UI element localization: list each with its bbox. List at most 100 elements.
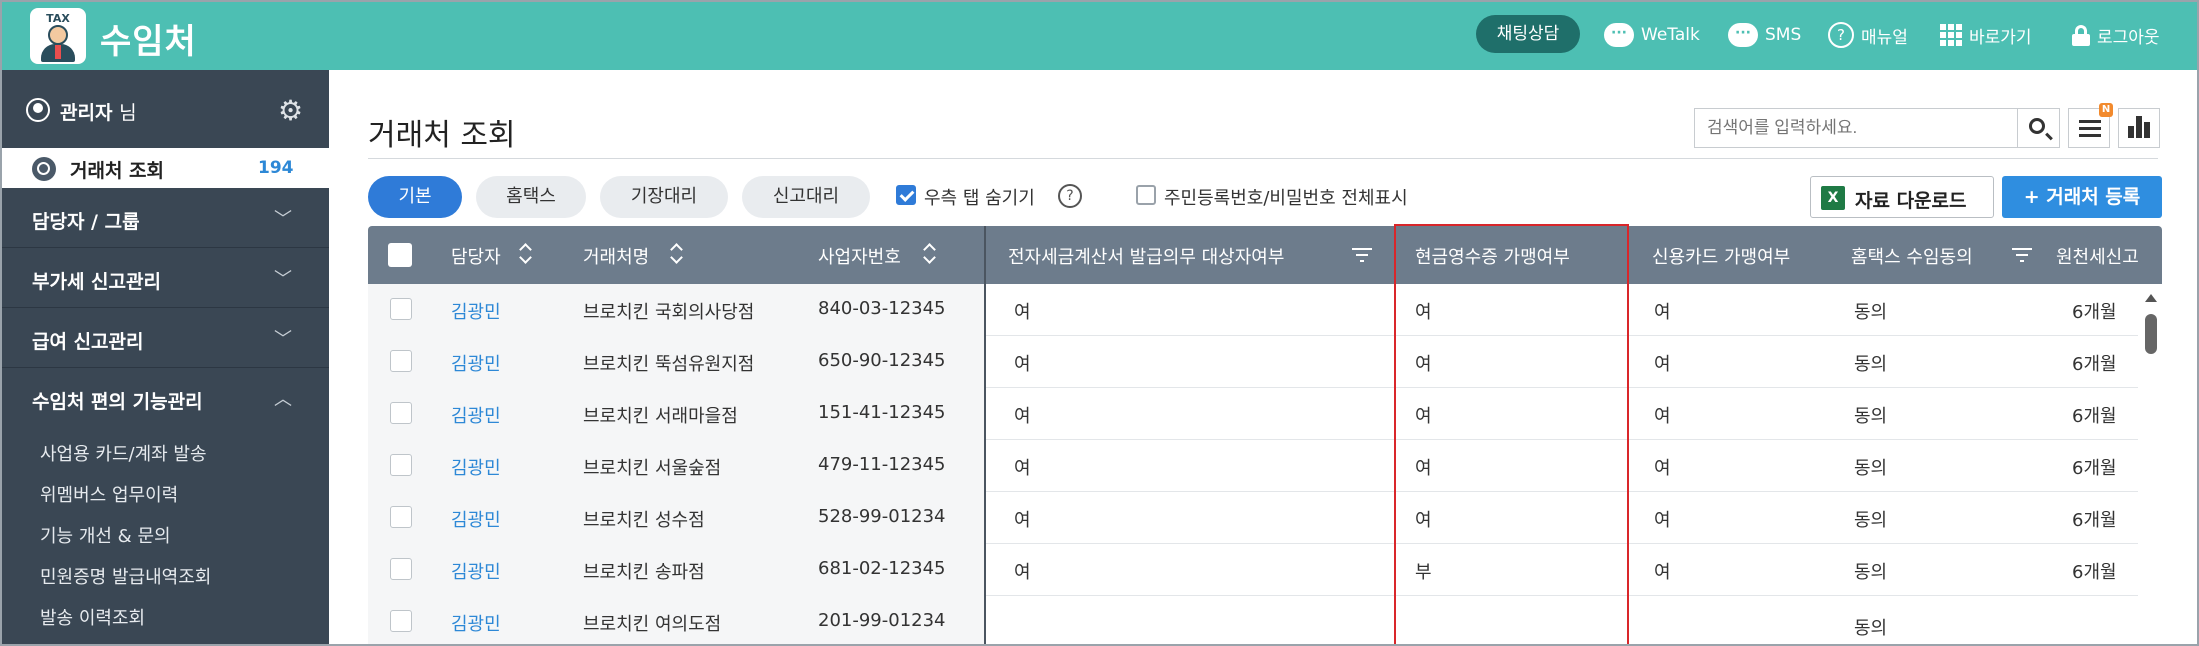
sidebar-subitem-feedback[interactable]: 기능 개선 & 문의 — [40, 522, 171, 548]
row-checkbox[interactable] — [390, 506, 412, 528]
etax-value: 여 — [1014, 354, 1031, 375]
chevron-down-icon: ﹀ — [274, 209, 292, 230]
tab-bookkeeping[interactable]: 기장대리 — [600, 176, 728, 218]
sidebar-section-convenience[interactable]: 수임처 편의 기능관리 ︿ — [2, 368, 329, 428]
sidebar-item-client-search[interactable]: 거래처 조회 194 — [2, 148, 329, 188]
withholding-value: 6개월 — [2072, 406, 2117, 427]
frozen-column-divider — [984, 226, 986, 644]
wetalk-link[interactable]: ··· WeTalk — [1604, 18, 1700, 52]
sms-link[interactable]: ··· SMS — [1728, 18, 1801, 52]
sidebar-subitem-card-account[interactable]: 사업용 카드/계좌 발송 — [40, 440, 207, 466]
col-manager[interactable]: 담당자 — [451, 243, 501, 269]
consent-value: 동의 — [1854, 510, 1888, 531]
app-window: TAX 수임처 채팅상담 ··· WeTalk ··· SMS ? 매뉴얼 바로… — [0, 0, 2199, 646]
user-panel: 관리자 님 ⚙ — [2, 70, 329, 148]
manager-link[interactable]: 김광민 — [451, 558, 501, 584]
col-etax[interactable]: 전자세금계산서 발급의무 대상자여부 — [1008, 243, 1284, 269]
col-withholding[interactable]: 원천세신고 — [2056, 243, 2139, 269]
col-hometax-consent[interactable]: 홈택스 수임동의 — [1851, 243, 1973, 269]
manual-link[interactable]: ? 매뉴얼 — [1828, 18, 1908, 52]
gear-icon[interactable]: ⚙ — [278, 94, 303, 127]
scroll-thumb[interactable] — [2145, 314, 2157, 354]
download-label: 자료 다운로드 — [1855, 190, 1967, 212]
manager-link[interactable]: 김광민 — [451, 506, 501, 532]
row-checkbox[interactable] — [390, 454, 412, 476]
hide-tab-label: 우측 탭 숨기기 — [924, 188, 1035, 209]
manual-label: 매뉴얼 — [1861, 27, 1908, 48]
tab-filing[interactable]: 신고대리 — [742, 176, 870, 218]
manager-link[interactable]: 김광민 — [451, 350, 501, 376]
biz-no: 650-90-12345 — [818, 350, 946, 371]
scroll-up-icon[interactable] — [2145, 294, 2157, 302]
table-row[interactable]: 김광민 브로치킨 뚝섬유원지점 650-90-12345 여 여 여 동의 6개… — [368, 336, 2138, 388]
client-name[interactable]: 브로치킨 서울숲점 — [583, 454, 721, 480]
select-all-checkbox[interactable] — [388, 243, 412, 267]
download-button[interactable]: X 자료 다운로드 — [1810, 176, 1994, 218]
col-client-name[interactable]: 거래처명 — [583, 243, 649, 269]
vertical-scrollbar[interactable] — [2140, 284, 2162, 644]
hide-tab-checkbox[interactable] — [896, 185, 916, 205]
table-row[interactable]: 김광민 브로치킨 성수점 528-99-01234 여 여 여 동의 6개월 — [368, 492, 2138, 544]
col-credit-card[interactable]: 신용카드 가맹여부 — [1652, 243, 1790, 269]
register-client-button[interactable]: + 거래처 등록 — [2002, 176, 2162, 218]
chart-view-button[interactable] — [2118, 108, 2160, 148]
sidebar-section-vat[interactable]: 부가세 신고관리 ﹀ — [2, 248, 329, 308]
chevron-up-icon: ︿ — [274, 389, 292, 410]
sidebar-subitem-send-history[interactable]: 발송 이력조회 — [40, 604, 145, 630]
sort-icon[interactable] — [924, 244, 936, 264]
row-checkbox[interactable] — [390, 610, 412, 632]
client-name[interactable]: 브로치킨 국회의사당점 — [583, 298, 754, 324]
row-checkbox[interactable] — [390, 558, 412, 580]
client-name[interactable]: 브로치킨 여의도점 — [583, 610, 721, 636]
sidebar-subitem-wemembers-history[interactable]: 위멤버스 업무이력 — [40, 481, 178, 507]
table-row[interactable]: 김광민 브로치킨 서래마을점 151-41-12345 여 여 여 동의 6개월 — [368, 388, 2138, 440]
client-name[interactable]: 브로치킨 성수점 — [583, 506, 705, 532]
logout-link[interactable]: 로그아웃 — [2072, 18, 2160, 52]
consent-value: 동의 — [1854, 562, 1888, 583]
biz-no: 681-02-12345 — [818, 558, 946, 579]
manager-link[interactable]: 김광민 — [451, 610, 501, 636]
help-icon[interactable]: ? — [1058, 184, 1082, 208]
shortcut-link[interactable]: 바로가기 — [1940, 18, 2032, 52]
sidebar-section-payroll[interactable]: 급여 신고관리 ﹀ — [2, 308, 329, 368]
table-row[interactable]: 김광민 브로치킨 여의도점 201-99-01234 동의 — [368, 596, 2138, 644]
show-all-checkbox[interactable] — [1136, 185, 1156, 205]
tab-basic[interactable]: 기본 — [368, 176, 462, 218]
table-row[interactable]: 김광민 브로치킨 국회의사당점 840-03-12345 여 여 여 동의 6개… — [368, 284, 2138, 336]
logo-icon[interactable]: TAX — [30, 8, 86, 64]
row-checkbox[interactable] — [390, 298, 412, 320]
user-icon — [26, 98, 50, 122]
lock-icon — [2072, 25, 2090, 46]
user-name: 관리자 님 — [60, 102, 137, 124]
consent-value: 동의 — [1854, 458, 1888, 479]
credit-card-value: 여 — [1654, 562, 1671, 583]
sort-icon[interactable] — [520, 244, 532, 264]
client-name[interactable]: 브로치킨 서래마을점 — [583, 402, 738, 428]
credit-card-value: 여 — [1654, 406, 1671, 427]
client-name[interactable]: 브로치킨 송파점 — [583, 558, 705, 584]
filter-icon[interactable] — [2012, 248, 2032, 262]
client-name[interactable]: 브로치킨 뚝섬유원지점 — [583, 350, 754, 376]
filter-icon[interactable] — [1352, 248, 1372, 262]
manager-link[interactable]: 김광민 — [451, 402, 501, 428]
help-icon: ? — [1828, 22, 1854, 48]
search-input[interactable] — [1694, 108, 2018, 148]
col-biz-no[interactable]: 사업자번호 — [818, 243, 901, 269]
table-row[interactable]: 김광민 브로치킨 서울숲점 479-11-12345 여 여 여 동의 6개월 — [368, 440, 2138, 492]
sort-icon[interactable] — [671, 244, 683, 264]
row-checkbox[interactable] — [390, 402, 412, 424]
search-icon — [32, 157, 56, 181]
table-row[interactable]: 김광민 브로치킨 송파점 681-02-12345 여 부 여 동의 6개월 — [368, 544, 2138, 596]
sidebar-section-manager-group[interactable]: 담당자 / 그룹 ﹀ — [2, 188, 329, 248]
row-checkbox[interactable] — [390, 350, 412, 372]
sidebar-subitem-certificate-history[interactable]: 민원증명 발급내역조회 — [40, 563, 211, 589]
etax-value: 여 — [1014, 510, 1031, 531]
manager-link[interactable]: 김광민 — [451, 454, 501, 480]
sidebar-item-label: 거래처 조회 — [70, 160, 165, 182]
search-button[interactable] — [2018, 108, 2060, 148]
chat-consult-button[interactable]: 채팅상담 — [1476, 15, 1580, 53]
manager-link[interactable]: 김광민 — [451, 298, 501, 324]
search-icon — [2029, 118, 2045, 134]
withholding-value: 6개월 — [2072, 458, 2117, 479]
tab-hometax[interactable]: 홈택스 — [476, 176, 586, 218]
